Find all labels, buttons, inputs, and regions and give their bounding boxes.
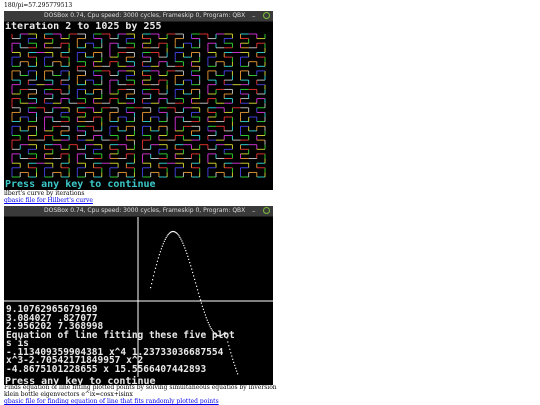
curve-dot xyxy=(159,251,161,253)
curve-dot xyxy=(200,302,202,304)
hilbert-caption: ilbert's curve by iterations xyxy=(4,190,85,197)
curve-dot xyxy=(166,235,168,237)
curve-dot xyxy=(207,322,209,324)
curve-dot xyxy=(150,287,152,289)
curve-dot xyxy=(164,238,166,240)
curve-dot xyxy=(179,236,181,238)
curve-dot xyxy=(198,296,201,298)
curve-dot xyxy=(196,289,199,291)
curve-dot xyxy=(189,262,191,264)
fit-output-line: -4.8675101228655 x 15.5566407442893 xyxy=(6,363,207,375)
curve-dot xyxy=(191,268,193,270)
top-line-text: 180/pi=57.295779513 xyxy=(4,2,73,9)
dos-screen: 9.10762965679169 3.084027 .827077 2.956202… xyxy=(4,217,273,385)
curve-fit-caption: Finds equation of line fitting plotted p… xyxy=(4,384,277,391)
curve-dot xyxy=(228,345,230,347)
curve-dot xyxy=(156,260,158,262)
curve-dot xyxy=(163,240,165,242)
curve-dot xyxy=(203,311,205,313)
curve-dot xyxy=(152,279,154,281)
curve-dot xyxy=(184,247,186,249)
curve-dot xyxy=(201,305,203,307)
fit-output-line: Equation of line fitting these five plot xyxy=(6,329,235,341)
curve-dot xyxy=(165,237,167,239)
curve-dot xyxy=(237,373,239,375)
curve-dot xyxy=(196,285,198,287)
curve-dot xyxy=(233,361,235,363)
curve-dot xyxy=(155,264,158,266)
screen-footer: Press any key to continue xyxy=(5,179,156,190)
curve-dot xyxy=(153,271,156,273)
curve-dot xyxy=(195,282,197,284)
curve-dot xyxy=(177,233,179,236)
klein-bottle-caption: klein bottle eigenvectors e^ix=cosx+isin… xyxy=(4,391,133,398)
window-titlebar[interactable]: DOSBox 0.74, Cpu speed: 3000 cycles, Fra… xyxy=(4,206,273,217)
curve-dot xyxy=(157,257,159,259)
close-button[interactable] xyxy=(263,207,270,214)
curve-dot xyxy=(183,244,185,247)
curve-dot xyxy=(229,348,231,350)
curve-fit-qbasic-link[interactable]: qbasic file for finding equation of line… xyxy=(4,398,219,405)
minimize-button[interactable]: – xyxy=(252,12,256,20)
curve-dot xyxy=(187,255,189,257)
curve-dot xyxy=(167,234,169,236)
dosbox-window-hilbert: DOSBox 0.74, Cpu speed: 3000 cycles, Fra… xyxy=(4,11,273,190)
curve-dot xyxy=(151,283,153,285)
curve-dot xyxy=(235,367,237,369)
curve-dot xyxy=(194,278,196,280)
curve-dot xyxy=(236,370,238,372)
curve-dot xyxy=(185,250,187,252)
curve-dot xyxy=(227,341,229,343)
curve-dot xyxy=(181,240,183,242)
curve-dot xyxy=(234,364,236,366)
minimize-button[interactable]: – xyxy=(252,207,256,215)
curve-dot xyxy=(176,232,178,234)
curve-dot xyxy=(208,324,210,326)
curve-dot xyxy=(154,267,157,269)
close-button[interactable] xyxy=(263,12,270,19)
curve-dot xyxy=(199,299,202,301)
curve-dot xyxy=(209,326,211,328)
curve-dot xyxy=(182,242,184,244)
curve-dot xyxy=(186,252,188,254)
curve-dot xyxy=(178,235,180,237)
curve-dot xyxy=(206,319,208,321)
curve-dot xyxy=(232,358,234,360)
curve-dot xyxy=(158,254,160,256)
curve-dot xyxy=(202,308,204,310)
window-title: DOSBox 0.74, Cpu speed: 3000 cycles, Fra… xyxy=(44,12,246,19)
curve-dot xyxy=(162,243,164,245)
curve-dot xyxy=(152,275,155,277)
curve-dot xyxy=(205,317,207,319)
curve-dot xyxy=(192,271,194,274)
curve-dot xyxy=(190,265,192,267)
curve-dot xyxy=(161,245,163,247)
curve-dot xyxy=(160,248,162,250)
dos-screen: iteration 2 to 1025 by 255 Press any key… xyxy=(4,22,273,190)
curve-dot xyxy=(193,275,195,277)
curve-dot xyxy=(188,258,190,260)
window-titlebar[interactable]: DOSBox 0.74, Cpu speed: 3000 cycles, Fra… xyxy=(4,11,273,22)
curve-dot xyxy=(230,352,232,354)
curve-dot xyxy=(204,314,206,316)
dosbox-window-curve-fit: DOSBox 0.74, Cpu speed: 3000 cycles, Fra… xyxy=(4,206,273,385)
window-title: DOSBox 0.74, Cpu speed: 3000 cycles, Fra… xyxy=(44,207,246,214)
hilbert-curve-graphic xyxy=(11,33,266,178)
curve-dot xyxy=(197,292,200,294)
curve-dot xyxy=(180,238,182,240)
curve-dot xyxy=(231,355,233,357)
hilbert-qbasic-link[interactable]: qbasic file for Hilbert's curve xyxy=(4,197,93,204)
